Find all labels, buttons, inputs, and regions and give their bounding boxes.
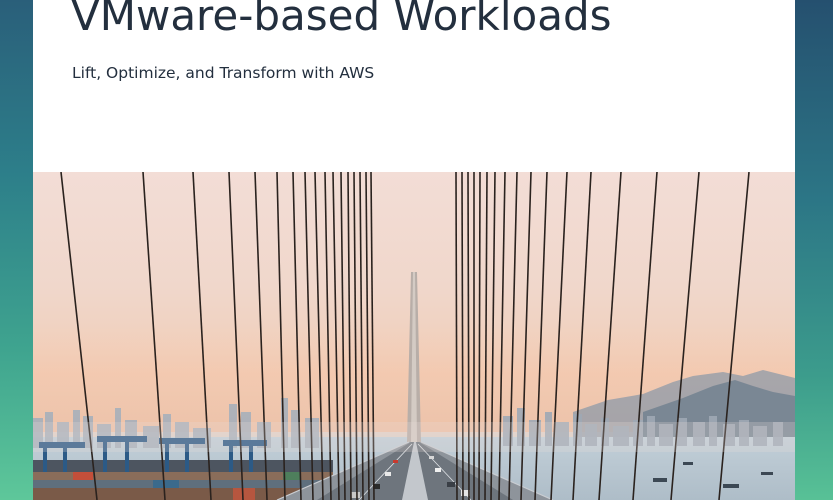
- cover-header: VMware-based Workloads Lift, Optimize, a…: [33, 0, 795, 172]
- document-cover-page: VMware-based Workloads Lift, Optimize, a…: [33, 0, 795, 500]
- bridge-photo: [33, 172, 795, 500]
- cover-subtitle: Lift, Optimize, and Transform with AWS: [72, 64, 375, 82]
- right-frame-border: [795, 0, 833, 500]
- cover-title: VMware-based Workloads: [71, 0, 612, 40]
